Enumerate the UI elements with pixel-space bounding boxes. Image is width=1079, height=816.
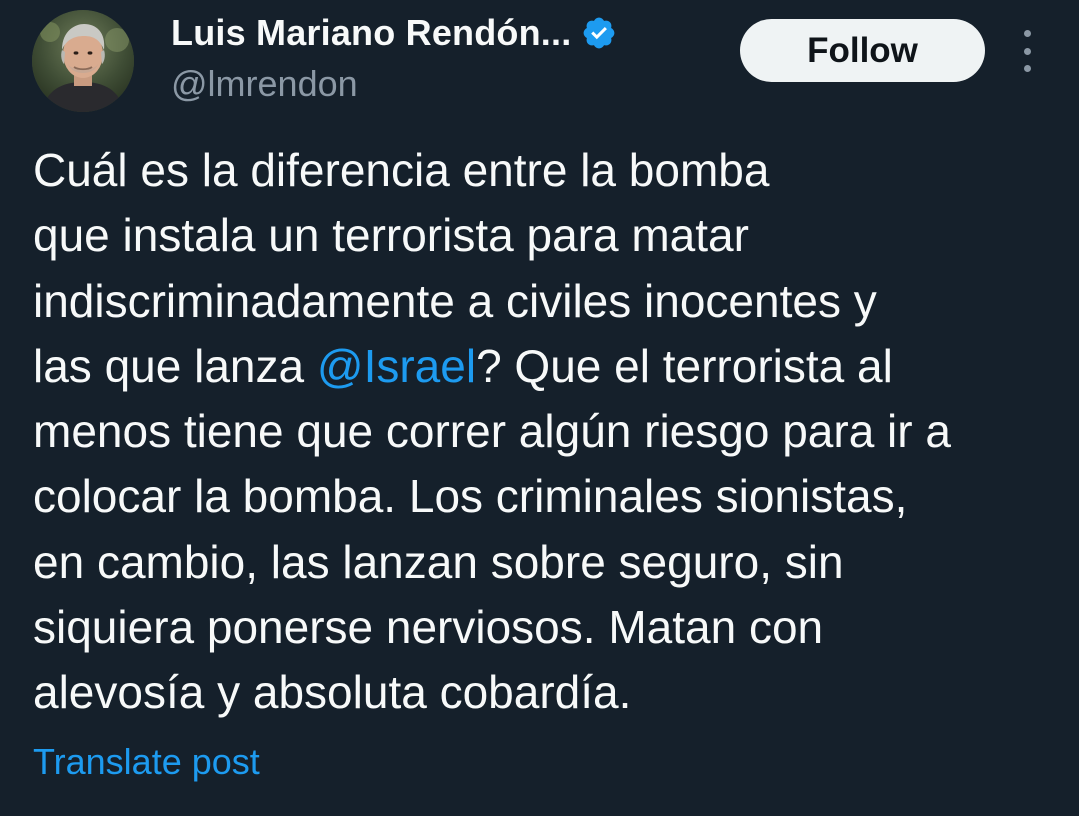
tweet-line: en cambio, las lanzan sobre seguro, sin (33, 535, 844, 588)
author-handle[interactable]: @lmrendon (171, 63, 358, 105)
more-dot (1023, 47, 1031, 55)
more-dot (1023, 30, 1031, 37)
author-name-row[interactable]: Luis Mariano Rendón... (171, 12, 617, 54)
follow-button[interactable]: Follow (740, 19, 985, 82)
mention-link[interactable]: @Israel (317, 340, 476, 392)
tweet-text-segment: ? Que el terrorista al (476, 339, 893, 392)
tweet: Luis Mariano Rendón... @lmrendon Follow … (0, 0, 1079, 816)
translate-post-link[interactable]: Translate post (33, 741, 260, 783)
tweet-line: Cuál es la diferencia entre la bomba (33, 144, 770, 196)
author-avatar[interactable] (32, 10, 134, 112)
tweet-line: colocar la bomba. Los criminales sionist… (33, 470, 908, 523)
more-dot (1023, 65, 1031, 72)
tweet-text: Cuál es la diferencia entre la bomba que… (33, 138, 1063, 726)
tweet-line: que instala un terrorista para matar (33, 209, 749, 262)
tweet-text-segment: las que lanza (33, 339, 317, 392)
avatar-photo-icon (32, 10, 134, 112)
tweet-line: siquiera ponerse nerviosos. Matan con (33, 601, 824, 654)
tweet-line: indiscriminadamente a civiles inocentes … (33, 274, 877, 327)
tweet-line: menos tiene que correr algún riesgo para… (33, 405, 951, 458)
tweet-line: alevosía y absoluta cobardía. (33, 666, 632, 719)
author-display-name[interactable]: Luis Mariano Rendón... (171, 12, 571, 54)
verified-badge-icon[interactable] (581, 15, 617, 51)
more-options-icon[interactable] (1012, 30, 1042, 72)
tweet-line: las que lanza @Israel? Que el terrorista… (33, 334, 1063, 399)
